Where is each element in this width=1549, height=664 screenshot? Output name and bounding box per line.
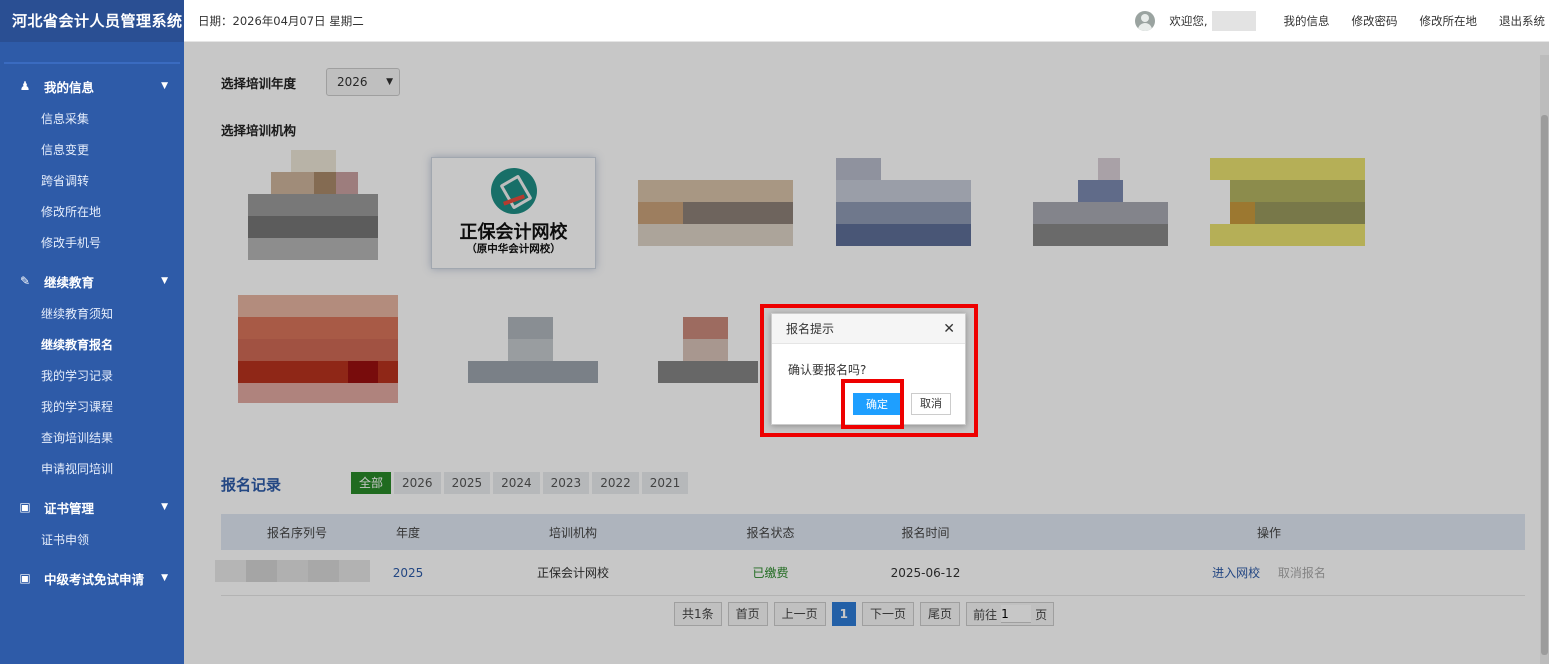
sidebar-group-label: 中级考试免试申请	[44, 571, 145, 587]
sidebar-group-label: 我的信息	[44, 79, 95, 95]
close-icon[interactable]: ✕	[943, 321, 955, 337]
sidebar-item-info-change[interactable]: 信息变更	[0, 135, 184, 166]
sidebar-item-study-record[interactable]: 我的学习记录	[0, 361, 184, 392]
chevron-down-icon: ▼	[161, 573, 168, 583]
my-info-link[interactable]: 我的信息	[1284, 13, 1330, 29]
change-password-link[interactable]: 修改密码	[1352, 13, 1398, 29]
sidebar-item-equivalent-training[interactable]: 申请视同培训	[0, 454, 184, 485]
logout-link[interactable]: 退出系统	[1499, 13, 1545, 29]
user-icon: ♟	[19, 79, 31, 93]
register-confirm-dialog: 报名提示 ✕ 确认要报名吗? 确定 取消	[771, 313, 966, 425]
sidebar-item-edu-notice[interactable]: 继续教育须知	[0, 299, 184, 330]
app-title: 河北省会计人员管理系统	[0, 0, 184, 42]
sidebar: 河北省会计人员管理系统 ♟ 我的信息 ▼ 信息采集 信息变更 跨省调转 修改所在…	[0, 0, 184, 664]
sidebar-item-edu-register[interactable]: 继续教育报名	[0, 330, 184, 361]
edit-icon: ✎	[19, 274, 31, 288]
card-icon: ▣	[19, 500, 31, 514]
chevron-down-icon: ▼	[161, 81, 168, 91]
username-redacted	[1211, 10, 1256, 31]
dialog-title: 报名提示	[786, 322, 835, 336]
card-icon: ▣	[19, 571, 31, 585]
header-user-area: 欢迎您, 我的信息 修改密码 修改所在地 退出系统	[1135, 0, 1549, 42]
sidebar-item-change-location[interactable]: 修改所在地	[0, 197, 184, 228]
dialog-buttons: 确定 取消	[853, 393, 951, 415]
chevron-down-icon: ▼	[161, 502, 168, 512]
dialog-message: 确认要报名吗?	[788, 363, 867, 377]
sidebar-group-certificate[interactable]: ▣ 证书管理 ▼	[0, 489, 184, 525]
chevron-down-icon: ▼	[161, 276, 168, 286]
avatar	[1135, 10, 1156, 31]
sidebar-group-exam-exempt[interactable]: ▣ 中级考试免试申请 ▼	[0, 560, 184, 596]
sidebar-item-info-collect[interactable]: 信息采集	[0, 104, 184, 135]
sidebar-group-label: 继续教育	[44, 274, 95, 290]
current-date: 日期：2026年04月07日 星期二	[198, 13, 364, 28]
sidebar-spacer	[0, 42, 184, 62]
top-header: 日期：2026年04月07日 星期二 欢迎您, 我的信息 修改密码 修改所在地 …	[184, 0, 1549, 42]
sidebar-item-cert-apply[interactable]: 证书申领	[0, 525, 184, 556]
welcome-text: 欢迎您,	[1169, 13, 1208, 28]
sidebar-divider	[4, 62, 180, 64]
sidebar-group-my-info[interactable]: ♟ 我的信息 ▼	[0, 68, 184, 104]
sidebar-item-my-courses[interactable]: 我的学习课程	[0, 392, 184, 423]
confirm-button[interactable]: 确定	[853, 393, 901, 415]
cancel-button[interactable]: 取消	[911, 393, 951, 415]
change-location-link[interactable]: 修改所在地	[1420, 13, 1478, 29]
sidebar-item-change-phone[interactable]: 修改手机号	[0, 228, 184, 259]
sidebar-item-transfer[interactable]: 跨省调转	[0, 166, 184, 197]
sidebar-item-training-result[interactable]: 查询培训结果	[0, 423, 184, 454]
dialog-header: 报名提示 ✕	[772, 314, 965, 344]
sidebar-group-continuing-edu[interactable]: ✎ 继续教育 ▼	[0, 263, 184, 299]
sidebar-group-label: 证书管理	[44, 500, 95, 516]
